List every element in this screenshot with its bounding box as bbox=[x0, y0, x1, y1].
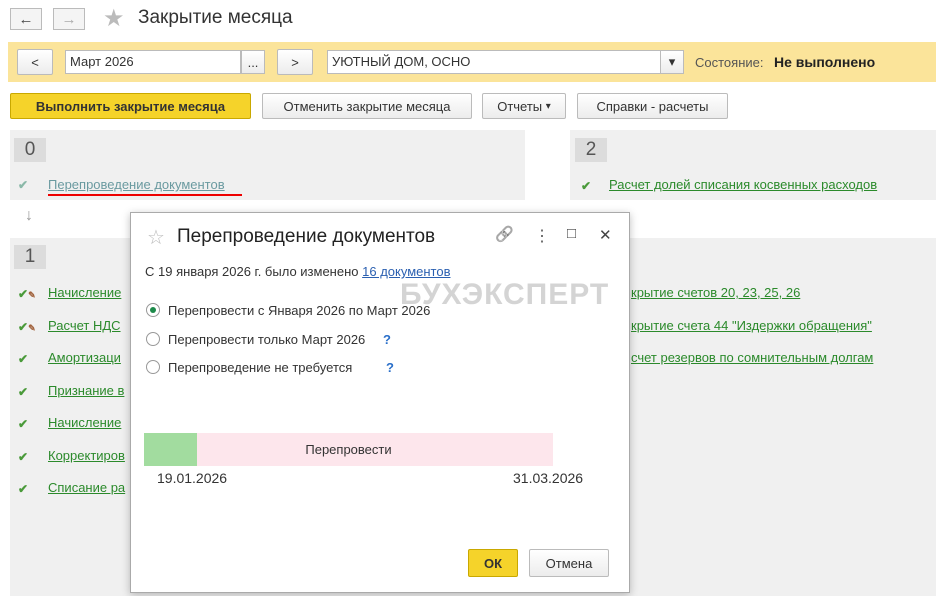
check-icon: ✔ bbox=[18, 449, 29, 464]
help-icon[interactable]: ? bbox=[383, 332, 391, 347]
page-title: Закрытие месяца bbox=[138, 7, 293, 28]
stage-2-number: 2 bbox=[575, 138, 607, 162]
check-icon: ✔ bbox=[18, 417, 29, 431]
radio-range[interactable] bbox=[146, 303, 160, 317]
stage-0-number: 0 bbox=[14, 138, 46, 162]
organization-field[interactable]: УЮТНЫЙ ДОМ, ОСНО bbox=[327, 50, 661, 74]
stage-1-right-item-link[interactable]: счет резервов по сомнительным долгам bbox=[631, 350, 873, 365]
close-icon[interactable]: ✕ bbox=[599, 226, 612, 244]
check-edited-icon: ✔✎ bbox=[18, 319, 36, 334]
stage-1-item-link[interactable]: Расчет НДС bbox=[48, 318, 121, 333]
more-icon[interactable]: ⋮ bbox=[534, 226, 550, 246]
check-icon: ✔ bbox=[581, 179, 592, 193]
reports-label: Отчеты bbox=[497, 98, 543, 114]
next-period-button[interactable]: > bbox=[277, 49, 313, 75]
red-underline bbox=[48, 194, 242, 196]
check-icon: ✔ bbox=[18, 384, 29, 399]
period-select-button[interactable]: ... bbox=[241, 50, 265, 74]
timeline-start-date: 19.01.2026 bbox=[157, 470, 228, 486]
forward-icon: → bbox=[61, 10, 77, 28]
timeline-bar: Перепровести bbox=[144, 433, 553, 466]
timeline-end-date: 31.03.2026 bbox=[513, 470, 584, 486]
option-label: Перепровести только Март 2026 bbox=[168, 332, 366, 347]
option-label: Перепровести с Января 2026 по Март 2026 bbox=[168, 303, 431, 318]
back-button[interactable]: ← bbox=[10, 8, 42, 30]
check-icon: ✔ bbox=[18, 482, 29, 496]
state-label: Состояние: bbox=[695, 55, 764, 70]
ok-button[interactable]: ОК bbox=[468, 549, 518, 577]
info-prefix: С 19 января 2026 г. было изменено bbox=[145, 264, 359, 279]
timeline-label: Перепровести bbox=[305, 442, 392, 457]
check-edited-icon: ✔✎ bbox=[18, 287, 36, 301]
stage-1-right-item-link[interactable]: крытие счетов 20, 23, 25, 26 bbox=[631, 285, 800, 300]
check-icon: ✔ bbox=[18, 352, 29, 366]
radio-only-month[interactable] bbox=[146, 332, 160, 346]
prev-period-button[interactable]: < bbox=[17, 49, 53, 75]
stage-1-item-link[interactable]: Корректиров bbox=[48, 448, 125, 463]
dialog-title: Перепроведение документов bbox=[177, 226, 436, 247]
reposting-documents-link[interactable]: Перепроведение документов bbox=[48, 177, 225, 192]
link-icon[interactable]: 🔗 bbox=[495, 225, 514, 243]
changed-documents-link[interactable]: 16 документов bbox=[362, 264, 450, 279]
favorite-star-icon[interactable]: ★ bbox=[103, 4, 125, 33]
info-text: С 19 января 2026 г. было изменено 16 док… bbox=[145, 264, 451, 279]
maximize-icon[interactable]: □ bbox=[567, 225, 576, 242]
period-field[interactable]: Март 2026 bbox=[65, 50, 241, 74]
chevron-down-icon: ▾ bbox=[545, 100, 551, 112]
stage-1-item-link[interactable]: Начисление bbox=[48, 415, 121, 430]
check-icon: ✔ bbox=[18, 178, 29, 192]
indirect-costs-link[interactable]: Расчет долей списания косвенных расходов bbox=[609, 177, 877, 192]
reposting-dialog: ☆ Перепроведение документов 🔗 ⋮ □ ✕ С 19… bbox=[130, 212, 630, 593]
stage-1-number: 1 bbox=[14, 245, 46, 269]
forward-button[interactable]: → bbox=[53, 8, 85, 30]
state-value: Не выполнено bbox=[774, 54, 876, 70]
run-closing-button[interactable]: Выполнить закрытие месяца bbox=[10, 93, 251, 119]
reports-button[interactable]: Отчеты ▾ bbox=[482, 93, 566, 119]
stage-1-item-link[interactable]: Признание в bbox=[48, 383, 124, 398]
stage-1-item-link[interactable]: Начисление bbox=[48, 285, 121, 300]
back-icon: ← bbox=[18, 10, 34, 28]
help-calculations-button[interactable]: Справки - расчеты bbox=[577, 93, 728, 119]
help-icon[interactable]: ? bbox=[386, 360, 394, 375]
cancel-button[interactable]: Отмена bbox=[529, 549, 609, 577]
organization-dropdown[interactable]: ▾ bbox=[660, 50, 684, 74]
favorite-star-icon[interactable]: ☆ bbox=[147, 225, 165, 250]
cancel-closing-button[interactable]: Отменить закрытие месяца bbox=[262, 93, 472, 119]
stage-1-right-item-link[interactable]: крытие счета 44 "Издержки обращения" bbox=[631, 318, 872, 333]
radio-not-required[interactable] bbox=[146, 360, 160, 374]
stage-1-item-link[interactable]: Списание ра bbox=[48, 480, 125, 495]
option-label: Перепроведение не требуется bbox=[168, 360, 353, 375]
arrow-down-icon: ↓ bbox=[25, 207, 33, 224]
stage-1-item-link[interactable]: Амортизаци bbox=[48, 350, 121, 365]
